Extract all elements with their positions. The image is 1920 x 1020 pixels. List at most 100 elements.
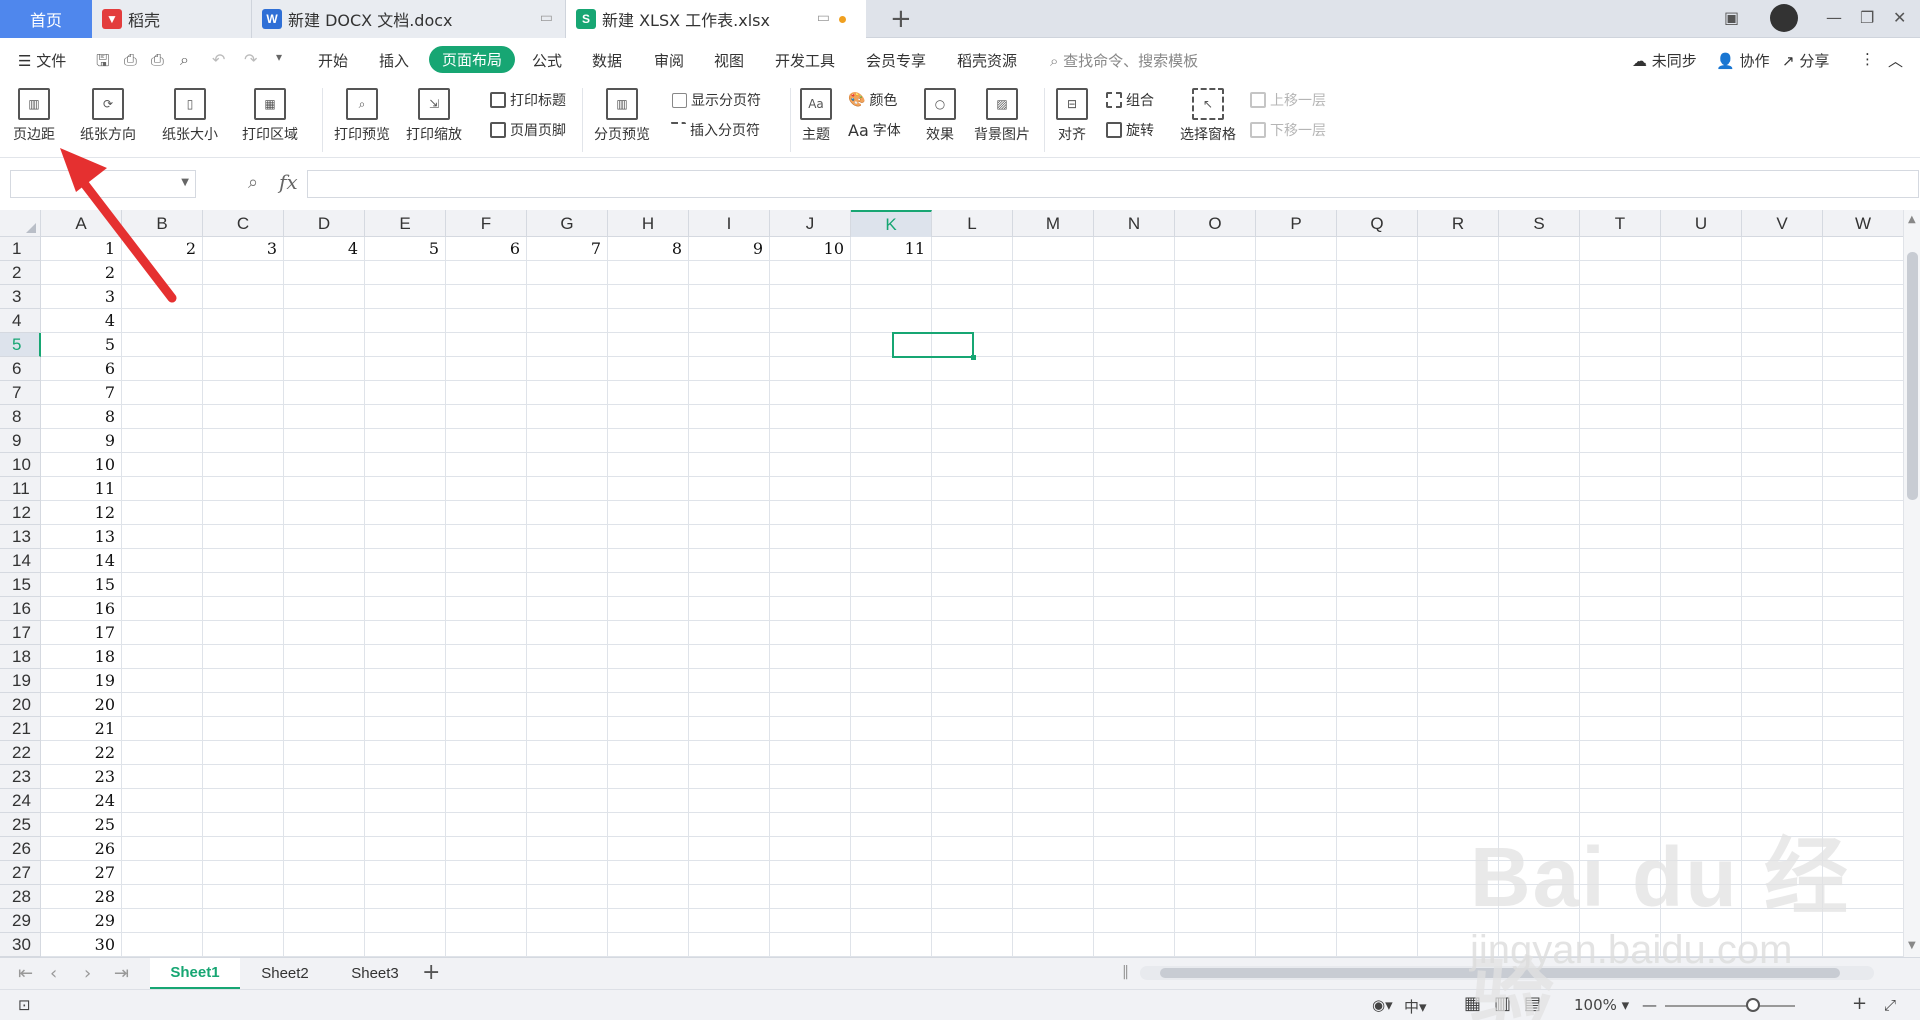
cell-value[interactable]: 17 [41,621,120,645]
background-image-button[interactable]: ▨ 背景图片 [974,88,1030,144]
row-header-20[interactable]: 20 [0,693,41,717]
cell-value[interactable]: 9 [689,237,768,261]
orientation-button[interactable]: ⟳ 纸张方向 [80,88,136,144]
cell-value[interactable]: 14 [41,549,120,573]
undo-icon[interactable]: ↶ [212,50,225,69]
active-cell-selection[interactable] [892,332,976,360]
column-header-n[interactable]: N [1094,210,1175,237]
print-preview-button[interactable]: ⌕ 打印预览 [334,88,390,144]
column-header-v[interactable]: V [1742,210,1823,237]
column-header-d[interactable]: D [284,210,365,237]
row-header-14[interactable]: 14 [0,549,41,573]
row-header-16[interactable]: 16 [0,597,41,621]
cell-value[interactable]: 6 [446,237,525,261]
cell-value[interactable]: 1 [41,237,120,261]
more-chevron-icon[interactable]: ▾ [276,50,282,64]
restore-icon[interactable]: ❐ [1860,8,1874,27]
sync-button[interactable]: ☁ 未同步 [1632,50,1697,71]
header-footer-button[interactable]: 页眉页脚 [490,120,566,140]
cell-value[interactable]: 4 [41,309,120,333]
avatar[interactable] [1770,4,1798,32]
more-options-icon[interactable]: ⋮ [1860,50,1875,68]
cell-value[interactable]: 3 [203,237,282,261]
formula-input[interactable] [307,170,1919,198]
tab-screen-icon[interactable]: ▭ [817,10,830,26]
column-header-i[interactable]: I [689,210,770,237]
split-handle-icon[interactable]: ‖ [1122,964,1129,980]
preview-icon[interactable]: ⌕ [180,50,189,70]
row-header-30[interactable]: 30 [0,933,41,957]
row-header-24[interactable]: 24 [0,789,41,813]
row-header-17[interactable]: 17 [0,621,41,645]
row-header-11[interactable]: 11 [0,477,41,501]
row-header-25[interactable]: 25 [0,813,41,837]
row-header-18[interactable]: 18 [0,645,41,669]
cell-value[interactable]: 30 [41,933,120,957]
menu-docer-resources[interactable]: 稻壳资源 [957,50,1017,71]
menu-member[interactable]: 会员专享 [866,50,926,71]
chevron-down-icon[interactable]: ▼ [181,177,189,188]
cell-value[interactable]: 9 [41,429,120,453]
paper-size-button[interactable]: ▯ 纸张大小 [162,88,218,144]
column-header-s[interactable]: S [1499,210,1580,237]
cell-value[interactable]: 22 [41,741,120,765]
row-header-1[interactable]: 1 [0,237,41,261]
row-header-15[interactable]: 15 [0,573,41,597]
menu-home[interactable]: 开始 [318,50,348,71]
cell-value[interactable]: 24 [41,789,120,813]
menu-data[interactable]: 数据 [592,50,622,71]
cell-value[interactable]: 13 [41,525,120,549]
column-header-m[interactable]: M [1013,210,1094,237]
column-header-f[interactable]: F [446,210,527,237]
column-header-a[interactable]: A [41,210,122,237]
print-scale-button[interactable]: ⇲ 打印缩放 [406,88,462,144]
menu-developer[interactable]: 开发工具 [775,50,835,71]
row-header-22[interactable]: 22 [0,741,41,765]
column-header-c[interactable]: C [203,210,284,237]
cell-value[interactable]: 11 [851,237,930,261]
cell-value[interactable]: 7 [41,381,120,405]
cell-value[interactable]: 2 [122,237,201,261]
print-icon[interactable]: ⎙ [151,50,164,70]
column-header-l[interactable]: L [932,210,1013,237]
menu-view[interactable]: 视图 [714,50,744,71]
column-header-e[interactable]: E [365,210,446,237]
row-header-21[interactable]: 21 [0,717,41,741]
column-header-t[interactable]: T [1580,210,1661,237]
cell-value[interactable]: 25 [41,813,120,837]
column-header-j[interactable]: J [770,210,851,237]
cell-value[interactable]: 20 [41,693,120,717]
new-tab-plus-icon[interactable]: + [890,4,912,34]
bring-forward-button[interactable]: 上移一层 [1250,90,1326,110]
cell-value[interactable]: 3 [41,285,120,309]
row-header-27[interactable]: 27 [0,861,41,885]
row-header-10[interactable]: 10 [0,453,41,477]
first-sheet-icon[interactable]: ⇤ [18,963,33,984]
search-function-icon[interactable]: ⌕ [248,172,258,193]
cell-value[interactable]: 6 [41,357,120,381]
export-icon[interactable]: ⎙ [124,50,137,70]
next-sheet-icon[interactable]: › [84,963,91,984]
collab-button[interactable]: 👤 协作 [1716,50,1769,71]
row-header-12[interactable]: 12 [0,501,41,525]
tab-xlsx[interactable]: S 新建 XLSX 工作表.xlsx ▭ [566,0,866,38]
row-header-26[interactable]: 26 [0,837,41,861]
cell-value[interactable]: 10 [41,453,120,477]
send-backward-button[interactable]: 下移一层 [1250,120,1326,140]
print-titles-button[interactable]: 打印标题 [490,90,566,110]
selection-pane-button[interactable]: ↖ 选择窗格 [1180,88,1236,144]
sheet-tab-3[interactable]: Sheet3 [330,958,420,989]
column-header-g[interactable]: G [527,210,608,237]
collapse-ribbon-icon[interactable]: ︿ [1888,50,1903,71]
cell-value[interactable]: 12 [41,501,120,525]
row-header-19[interactable]: 19 [0,669,41,693]
cell-value[interactable]: 21 [41,717,120,741]
fx-icon[interactable]: fx [279,170,298,194]
minimize-icon[interactable]: — [1826,8,1842,27]
cell-value[interactable]: 19 [41,669,120,693]
group-button[interactable]: 组合 [1106,90,1154,110]
row-header-23[interactable]: 23 [0,765,41,789]
sheet-tab-2[interactable]: Sheet2 [240,958,330,989]
row-header-5[interactable]: 5 [0,333,41,357]
row-header-4[interactable]: 4 [0,309,41,333]
